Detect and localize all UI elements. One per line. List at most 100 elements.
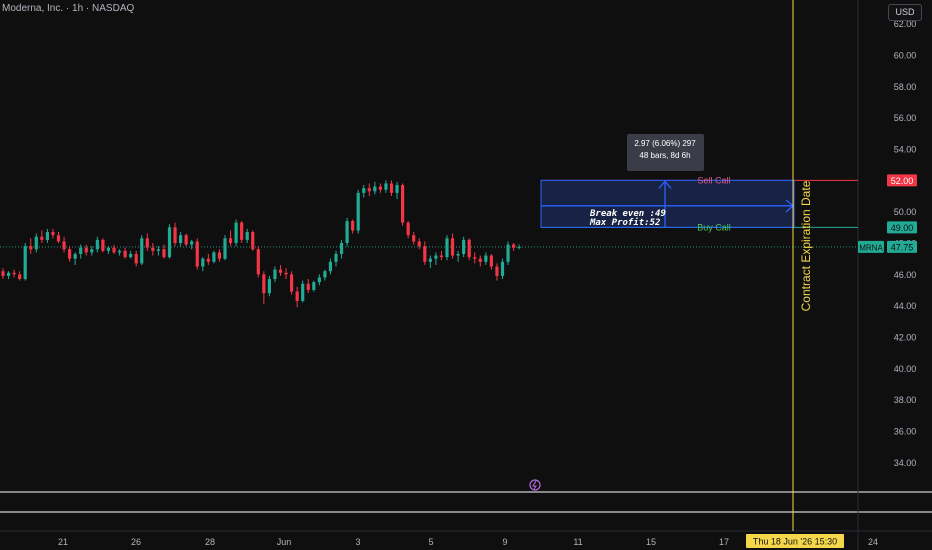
candle-body <box>101 239 105 251</box>
candle-body <box>162 249 166 258</box>
candle-body <box>262 274 266 294</box>
candle-body <box>462 239 466 254</box>
candle-body <box>129 253 133 258</box>
expiration-label: Contract Expiration Date <box>799 180 813 311</box>
candle-body <box>323 271 327 278</box>
x-tick-label: 5 <box>428 537 433 547</box>
candle-body <box>117 250 122 253</box>
x-tick-label: 9 <box>502 537 507 547</box>
candle-body <box>328 261 333 272</box>
candle-body <box>473 257 477 259</box>
candle-body <box>362 188 366 193</box>
candle-body <box>317 277 321 283</box>
candle-body <box>184 235 188 245</box>
candle-body <box>195 241 199 267</box>
y-tick-label: 60.00 <box>894 50 917 60</box>
y-tick-label: 58.00 <box>894 82 917 92</box>
candle-body <box>389 183 394 193</box>
price-tag-text: 49.00 <box>891 223 914 233</box>
candle-body <box>245 232 249 240</box>
candle-body <box>467 239 471 258</box>
candle-body <box>306 283 310 291</box>
candle-body <box>217 252 222 259</box>
candle-body <box>495 266 499 276</box>
symbol-tag-text: MRNA <box>859 243 883 252</box>
candle-body <box>478 258 482 262</box>
y-tick-label: 42.00 <box>894 333 917 343</box>
candle-body <box>134 253 138 264</box>
lightning-icon-glyph <box>532 480 538 490</box>
candle-body <box>450 238 455 256</box>
candle-body <box>56 235 61 242</box>
candle-body <box>34 236 38 250</box>
candle-body <box>373 186 377 192</box>
max-profit-label: Max Profit:52 <box>589 217 660 228</box>
currency-button[interactable]: USD <box>888 4 922 21</box>
spread-box <box>540 179 795 228</box>
candle-body <box>484 255 488 262</box>
crosshair-date-text: Thu 18 Jun '26 15:30 <box>753 537 837 547</box>
y-tick-label: 46.00 <box>894 270 917 280</box>
candle-body <box>240 222 244 240</box>
candle-body <box>312 282 316 291</box>
y-tick-label: 56.00 <box>894 113 917 123</box>
range-tooltip-line2: 48 bars, 8d 6h <box>639 151 690 160</box>
candle-body <box>68 249 72 259</box>
candle-body <box>439 255 444 258</box>
x-tick-label: 15 <box>646 537 656 547</box>
candle-body <box>417 241 421 247</box>
lightning-icon[interactable] <box>529 479 541 491</box>
candle-body <box>295 291 299 301</box>
y-tick-label: 44.00 <box>894 301 917 311</box>
candle-body <box>79 247 83 254</box>
x-tick-label: 26 <box>131 537 141 547</box>
candle-body <box>18 274 22 280</box>
x-tick-label: Jun <box>277 537 292 547</box>
candle-body <box>339 243 344 254</box>
candle-body <box>384 183 388 190</box>
candle-body <box>29 246 33 250</box>
candle-body <box>500 261 505 276</box>
candle-body <box>278 269 283 273</box>
candle-body <box>517 246 521 248</box>
candle-body <box>378 186 382 190</box>
candle-body <box>140 238 144 264</box>
candle-body <box>179 235 183 243</box>
y-tick-label: 54.00 <box>894 144 917 154</box>
chart-title: Moderna, Inc. · 1h · NASDAQ <box>2 3 135 14</box>
candle-body <box>45 232 49 240</box>
candle-body <box>23 246 27 280</box>
x-tick-label: 28 <box>205 537 215 547</box>
candle-body <box>12 272 16 275</box>
x-tick-label: 21 <box>58 537 68 547</box>
buy-call-label: Buy Call <box>697 222 731 232</box>
last-price-tag-text: 47.75 <box>891 242 914 252</box>
x-tick-label: 24 <box>868 537 878 547</box>
candle-body <box>395 185 399 193</box>
candle-body <box>106 247 111 251</box>
y-tick-label: 40.00 <box>894 364 917 374</box>
candle-body <box>62 241 66 250</box>
candle-body <box>251 232 255 250</box>
candle-body <box>273 269 277 280</box>
candle-body <box>112 247 116 253</box>
candle-body <box>40 236 44 240</box>
candle-body <box>167 227 172 258</box>
candle-body <box>173 227 177 243</box>
sell-call-label: Sell Call <box>697 175 730 185</box>
candle-body <box>401 185 405 223</box>
candle-body <box>123 250 127 258</box>
y-tick-label: 34.00 <box>894 458 917 468</box>
price-chart[interactable]: 34.0036.0038.0040.0042.0044.0046.0048.00… <box>0 0 932 550</box>
candle-body <box>234 222 238 243</box>
candle-body <box>151 247 155 251</box>
candle-body <box>506 244 510 262</box>
candle-body <box>228 238 233 243</box>
candle-body <box>267 279 271 294</box>
candle-body <box>284 272 288 275</box>
x-tick-label: 11 <box>573 537 582 547</box>
candle-body <box>445 238 449 258</box>
candle-body <box>190 241 194 245</box>
candle-body <box>145 238 149 248</box>
candle-body <box>345 221 349 243</box>
